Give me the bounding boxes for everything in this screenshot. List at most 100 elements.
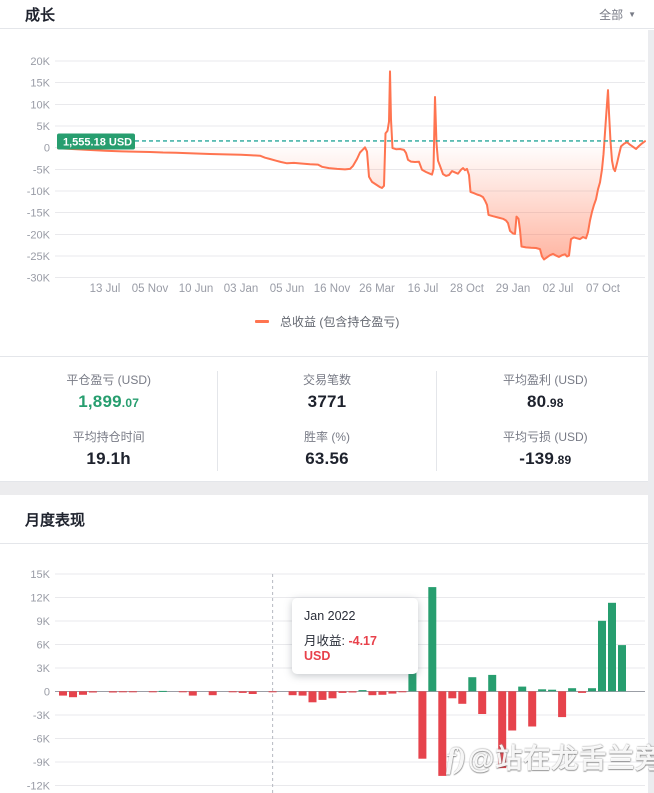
x-axis-tick: 03 Jan bbox=[224, 283, 259, 295]
stats-col-3: 平均盈利 (USD) 80.98 平均亏损 (USD) -139.89 bbox=[435, 371, 654, 471]
range-filter-label: 全部 bbox=[599, 7, 624, 22]
stat-avg-loss: 平均亏损 (USD) -139.89 bbox=[502, 430, 588, 468]
monthly-bar-negative[interactable] bbox=[79, 691, 87, 695]
y-axis-tick: 20K bbox=[30, 56, 50, 68]
monthly-bar-negative[interactable] bbox=[308, 691, 317, 703]
monthly-bar-negative[interactable] bbox=[348, 691, 357, 693]
current-value-badge-label: 1,555.18 USD bbox=[63, 136, 132, 148]
x-axis-tick: 07 Oct bbox=[586, 283, 621, 295]
y-axis-tick: 9K bbox=[37, 616, 51, 628]
monthly-bar-negative[interactable] bbox=[338, 691, 347, 693]
x-axis-tick: 13 Jul bbox=[90, 283, 121, 295]
monthly-bar-negative[interactable] bbox=[228, 691, 237, 693]
monthly-bar-negative[interactable] bbox=[238, 691, 247, 693]
monthly-bar-negative[interactable] bbox=[88, 691, 97, 693]
x-axis-tick: 16 Jul bbox=[408, 283, 439, 295]
monthly-section-header: 月度表现 bbox=[0, 495, 654, 544]
y-axis-tick: -15K bbox=[27, 208, 51, 220]
stats-col-1: 平仓盈亏 (USD) 1,899.07 平均持仓时间 19.1h bbox=[0, 371, 217, 471]
monthly-bar-positive[interactable] bbox=[488, 674, 497, 692]
y-axis-tick: -25K bbox=[27, 251, 51, 263]
stat-win-rate: 胜率 (%) 63.56 bbox=[303, 430, 350, 468]
monthly-bar-negative[interactable] bbox=[388, 691, 397, 694]
monthly-bar-negative[interactable] bbox=[148, 691, 157, 693]
x-axis-tick: 28 Oct bbox=[450, 283, 485, 295]
y-axis-tick: 15K bbox=[30, 569, 50, 581]
monthly-title: 月度表现 bbox=[25, 511, 86, 529]
monthly-bar-positive[interactable] bbox=[428, 587, 437, 692]
stats-panel: 平仓盈亏 (USD) 1,899.07 平均持仓时间 19.1h 交易笔数 37… bbox=[0, 356, 654, 482]
stat-closed-pl: 平仓盈亏 (USD) 1,899.07 bbox=[66, 373, 151, 411]
y-axis-tick: -5K bbox=[33, 164, 51, 176]
x-axis-tick: 02 Jul bbox=[543, 283, 574, 295]
monthly-bar-negative[interactable] bbox=[118, 691, 127, 693]
y-axis-tick: -3K bbox=[33, 710, 51, 722]
monthly-bar-negative[interactable] bbox=[268, 691, 277, 693]
tooltip-label: 月收益: bbox=[304, 634, 349, 648]
monthly-bar-negative[interactable] bbox=[318, 691, 327, 700]
stat-total-trades: 交易笔数 3771 bbox=[302, 373, 351, 411]
monthly-bar-positive[interactable] bbox=[618, 645, 626, 692]
growth-legend: 总收益 (包含持仓盈亏) bbox=[0, 313, 654, 330]
y-axis-tick: -30K bbox=[27, 273, 51, 285]
growth-chart[interactable]: 20K 15K 10K 5K 0 -5K -10K -15K -20K -25K -30K 13 Ju… bbox=[0, 30, 654, 305]
y-axis-tick: 0 bbox=[44, 686, 50, 698]
monthly-bar-negative[interactable] bbox=[448, 691, 457, 699]
monthly-bar-negative[interactable] bbox=[458, 691, 467, 704]
monthly-bar-negative[interactable] bbox=[248, 691, 257, 694]
monthly-bar-negative[interactable] bbox=[69, 691, 77, 698]
monthly-bar-positive[interactable] bbox=[588, 688, 596, 692]
monthly-bar-negative[interactable] bbox=[578, 691, 587, 693]
monthly-bar-negative[interactable] bbox=[188, 691, 197, 696]
x-axis-tick: 29 Jan bbox=[496, 283, 531, 295]
monthly-bar-positive[interactable] bbox=[518, 686, 527, 692]
watermark: f)@站在龙舌兰旁 bbox=[446, 737, 654, 776]
monthly-bar-positive[interactable] bbox=[358, 690, 367, 692]
monthly-bar-positive[interactable] bbox=[538, 689, 547, 692]
x-axis-tick: 05 Nov bbox=[132, 283, 169, 295]
y-axis-tick: -9K bbox=[33, 757, 51, 769]
x-axis-tick: 26 Mar bbox=[359, 283, 395, 295]
growth-section-header: 成长 全部 ▼ bbox=[0, 0, 654, 29]
equity-area-fill bbox=[58, 71, 645, 260]
monthly-bar-positive[interactable] bbox=[598, 620, 606, 692]
monthly-bar-negative[interactable] bbox=[418, 691, 427, 759]
monthly-bar-negative[interactable] bbox=[528, 691, 537, 727]
monthly-bar-positive[interactable] bbox=[468, 677, 477, 692]
legend-line-marker bbox=[254, 320, 269, 323]
y-axis-tick: 12K bbox=[30, 592, 50, 604]
y-axis-tick: 6K bbox=[37, 639, 51, 651]
monthly-bar-negative[interactable] bbox=[298, 691, 307, 696]
monthly-bar-positive[interactable] bbox=[158, 690, 167, 692]
monthly-bar-negative[interactable] bbox=[398, 691, 407, 693]
monthly-bar-negative[interactable] bbox=[178, 691, 187, 693]
x-axis-tick: 10 Jun bbox=[179, 283, 214, 295]
monthly-bar-negative[interactable] bbox=[508, 691, 517, 731]
monthly-bar-negative[interactable] bbox=[378, 691, 387, 695]
x-axis-tick: 05 Jun bbox=[270, 283, 305, 295]
monthly-bar-negative[interactable] bbox=[208, 691, 217, 696]
chevron-down-icon: ▼ bbox=[628, 9, 636, 19]
monthly-bar-negative[interactable] bbox=[478, 691, 487, 714]
growth-title: 成长 bbox=[25, 6, 56, 24]
monthly-bar-negative[interactable] bbox=[108, 691, 117, 693]
x-axis-tick: 16 Nov bbox=[314, 283, 351, 295]
monthly-bar-negative[interactable] bbox=[128, 691, 137, 693]
y-axis-tick: 15K bbox=[30, 78, 50, 90]
legend-label: 总收益 (包含持仓盈亏) bbox=[280, 315, 400, 329]
chart-tooltip: Jan 2022 月收益: -4.17 USD bbox=[292, 598, 418, 674]
watermark-text: @站在龙舌兰旁 bbox=[467, 744, 654, 774]
scrollbar-track[interactable] bbox=[648, 30, 654, 793]
monthly-bar-negative[interactable] bbox=[288, 691, 297, 696]
monthly-bar-positive[interactable] bbox=[568, 688, 577, 692]
range-filter-dropdown[interactable]: 全部 ▼ bbox=[599, 6, 636, 23]
monthly-bar-negative[interactable] bbox=[328, 691, 337, 699]
monthly-bar-negative[interactable] bbox=[59, 691, 67, 696]
monthly-bar-positive[interactable] bbox=[548, 689, 557, 692]
monthly-bar-negative[interactable] bbox=[558, 691, 567, 718]
monthly-bar-negative[interactable] bbox=[368, 691, 377, 696]
tooltip-month: Jan 2022 bbox=[304, 609, 356, 623]
y-axis-tick: 3K bbox=[37, 663, 51, 675]
section-divider bbox=[0, 482, 654, 495]
monthly-bar-positive[interactable] bbox=[608, 602, 616, 692]
